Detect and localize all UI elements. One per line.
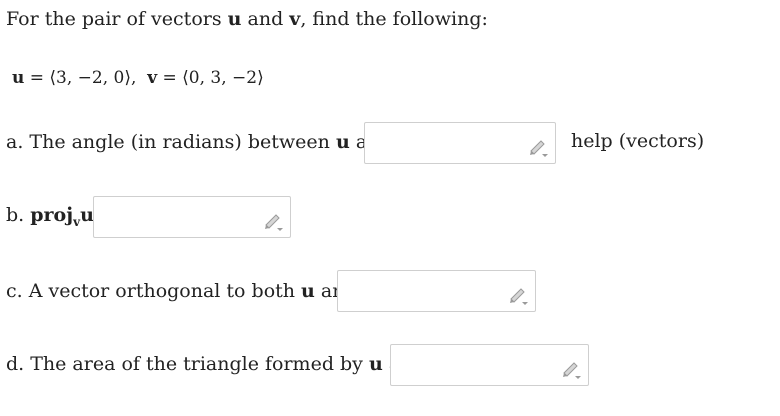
pencil-icon[interactable] — [527, 135, 549, 157]
pencil-icon[interactable] — [262, 209, 284, 231]
qd-prefix: d. The area of the triangle formed by — [6, 353, 369, 375]
answer-d-field[interactable] — [390, 344, 589, 386]
qd-u: u — [368, 353, 383, 375]
qc-u: u — [301, 280, 315, 302]
pencil-icon[interactable] — [507, 283, 529, 305]
answer-b-field[interactable] — [93, 196, 291, 238]
help-vectors-link[interactable]: help (vectors) — [571, 130, 704, 152]
qa-prefix: a. The angle (in radians) between — [6, 131, 336, 153]
prompt-text-before: For the pair of vectors — [6, 8, 228, 30]
answer-c-field[interactable] — [337, 270, 536, 312]
qb-u: u — [80, 204, 94, 226]
qa-u: u — [335, 131, 350, 153]
formula-u-name: u — [12, 68, 25, 88]
vector-definitions: u = ⟨3, −2, 0⟩, v = ⟨0, 3, −2⟩ — [12, 68, 264, 88]
pencil-icon[interactable] — [560, 357, 582, 379]
question-b-label: b. projvu: — [6, 204, 101, 229]
formula-u-value: = ⟨3, −2, 0⟩, — [24, 68, 137, 88]
prompt-var-v: v — [289, 8, 301, 30]
answer-c-input[interactable] — [338, 271, 501, 311]
question-a-label: a. The angle (in radians) between u and … — [6, 131, 416, 153]
qc-prefix: c. A vector orthogonal to both — [6, 280, 302, 302]
qb-prefix: b. — [6, 204, 31, 226]
formula-v-value: = ⟨0, 3, −2⟩ — [157, 68, 264, 88]
prompt-var-u: u — [227, 8, 242, 30]
answer-b-input[interactable] — [94, 197, 256, 237]
prompt-text-and: and — [241, 8, 290, 30]
problem-prompt: For the pair of vectors u and v, find th… — [6, 8, 488, 30]
question-d-label: d. The area of the triangle formed by u … — [6, 353, 449, 375]
answer-a-input[interactable] — [365, 123, 521, 163]
formula-v-name: v — [147, 68, 158, 88]
qb-proj: proj — [30, 204, 74, 226]
answer-a-field[interactable] — [364, 122, 556, 164]
answer-d-input[interactable] — [391, 345, 554, 385]
question-c-label: c. A vector orthogonal to both u and v: — [6, 280, 381, 302]
prompt-text-after: , find the following: — [300, 8, 488, 30]
